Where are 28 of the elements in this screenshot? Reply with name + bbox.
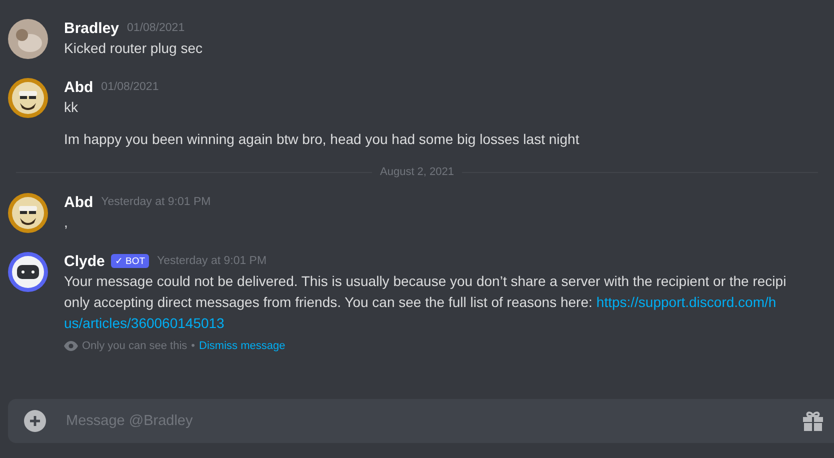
message-text: Your message could not be delivered. This is usually because you don’t share a server with the recipient or the recipi [64, 272, 786, 291]
timestamp: Yesterday at 9:01 PM [157, 255, 267, 267]
gift-icon[interactable] [802, 411, 824, 431]
username[interactable]: Abd [64, 194, 94, 210]
username[interactable]: Bradley [64, 20, 120, 36]
avatar-cartoon[interactable] [8, 78, 48, 118]
timestamp: 01/08/2021 [101, 81, 159, 93]
date-divider: August 2, 2021 [380, 166, 454, 178]
username[interactable]: Abd [64, 78, 94, 96]
message-text: Im happy you been winning again btw bro, head you had some big losses last night [64, 130, 580, 149]
add-icon[interactable] [24, 410, 46, 432]
separator-dot: • [191, 340, 196, 352]
avatar-cartoon[interactable] [8, 193, 48, 233]
bot-avatar[interactable] [8, 252, 48, 292]
message-text: only accepting direct messages from friends. You can see the full list of reasons here: [64, 293, 592, 312]
message-text: , [64, 213, 68, 232]
timestamp: 01/08/2021 [127, 22, 185, 34]
link[interactable]: us/articles/360060145013 [64, 313, 224, 334]
timestamp: Yesterday at 9:01 PM [101, 196, 211, 208]
username[interactable]: Clyde [64, 252, 105, 270]
message-text: Kicked router plug sec [64, 39, 203, 58]
ephemeral-note: Only you can see this [82, 340, 188, 352]
bot-badge: ✓ BOT [110, 254, 150, 268]
eye-icon [64, 341, 78, 351]
dismiss-link[interactable]: Dismiss message [199, 340, 286, 352]
message-text: kk [64, 98, 78, 117]
avatar-photo[interactable] [8, 19, 48, 59]
link[interactable]: https://support.discord.com/h [596, 292, 776, 313]
